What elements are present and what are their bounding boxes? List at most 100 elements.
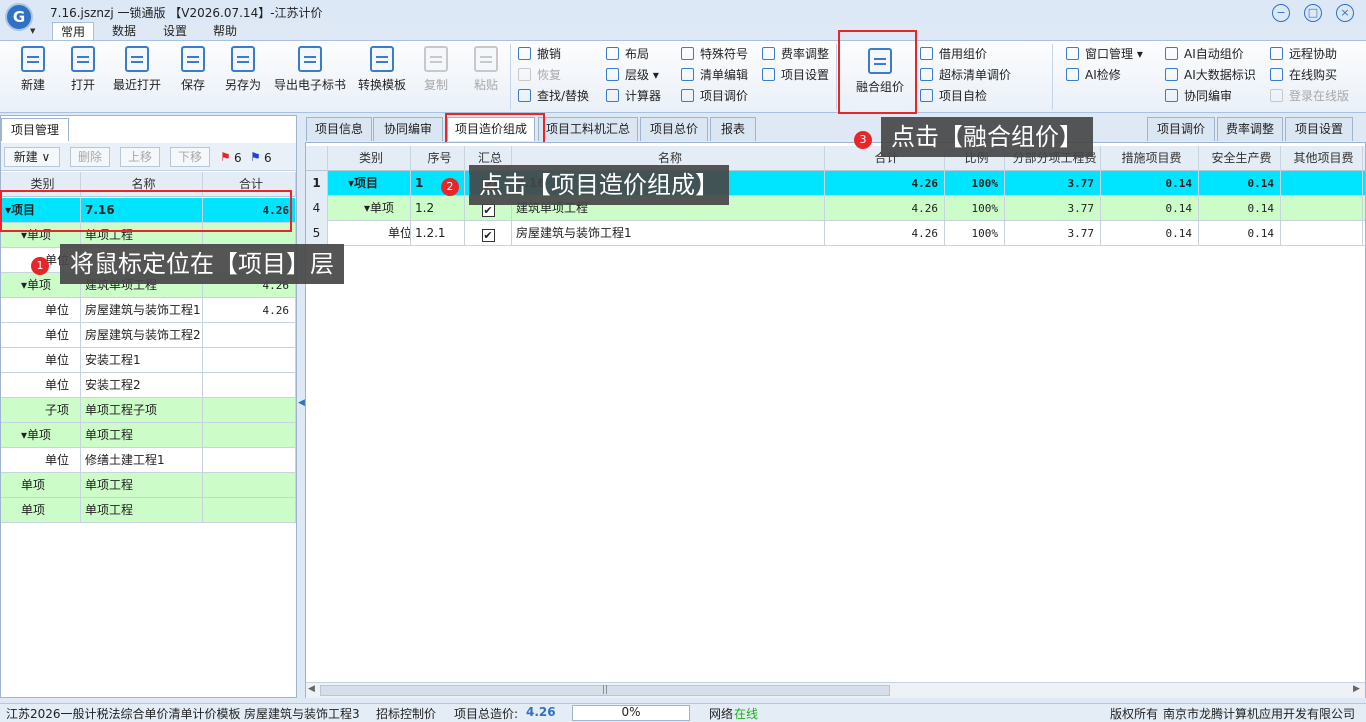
tab-rate-adjust[interactable]: 费率调整: [1217, 117, 1283, 141]
save-as-button[interactable]: 另存为: [220, 46, 266, 106]
tree-row[interactable]: 单项 单项工程: [1, 473, 296, 498]
window-manage-button[interactable]: 窗口管理 ▾: [1066, 45, 1143, 63]
scroll-right-icon[interactable]: ▶: [1353, 684, 1360, 694]
tab-collab-review[interactable]: 协同编审: [373, 117, 443, 141]
online-login-button[interactable]: 登录在线版: [1270, 87, 1349, 105]
tree-cell-total: 4.26: [203, 298, 296, 323]
tab-price-adjust[interactable]: 项目调价: [1147, 117, 1215, 141]
app-menu-caret-icon[interactable]: ▼: [30, 27, 35, 35]
new-dropdown-button[interactable]: 新建 ∨: [4, 147, 60, 167]
online-buy-button[interactable]: 在线购买: [1270, 66, 1337, 84]
tab-project-info[interactable]: 项目信息: [306, 117, 372, 141]
tree-row[interactable]: ▾单项 单项工程: [1, 423, 296, 448]
progress-text: 0%: [621, 705, 641, 719]
header-category: 类别: [328, 146, 411, 171]
list-edit-button[interactable]: 清单编辑: [681, 66, 748, 84]
tab-data[interactable]: 数据: [104, 22, 144, 41]
find-replace-button[interactable]: 查找/替换: [518, 87, 589, 105]
cost-row[interactable]: 1▾项目1✔7.164.26100%3.770.140.14: [306, 171, 1365, 196]
ai-auto-pricing-button[interactable]: AI自动组价: [1165, 45, 1244, 63]
copyright-label: 版权所有: [1110, 707, 1159, 721]
open-button[interactable]: 打开: [60, 46, 106, 106]
project-price-adjust-button[interactable]: 项目调价: [681, 87, 748, 105]
special-symbol-button[interactable]: 特殊符号: [681, 45, 748, 63]
layout-button[interactable]: 布局: [606, 45, 649, 63]
close-icon[interactable]: ×: [1336, 4, 1354, 22]
cost-row[interactable]: 4 ▾单项 1.2 ✔ 建筑单项工程 4.26 100% 3.77 0.14 0.14: [306, 196, 1365, 221]
scrollbar-thumb[interactable]: ||: [320, 685, 890, 696]
export-bid-button[interactable]: 导出电子标书: [270, 46, 350, 106]
red-flag-icon[interactable]: ⚑: [220, 150, 231, 164]
convert-template-button[interactable]: 转换模板: [354, 46, 410, 106]
checkbox-checked-icon[interactable]: ✔: [481, 229, 495, 242]
move-up-button[interactable]: 上移: [120, 147, 160, 167]
category-cell: ▾单项: [328, 196, 411, 221]
self-check-button[interactable]: 项目自检: [920, 87, 987, 105]
division-cost-cell: 3.77: [1005, 171, 1101, 196]
project-settings-button[interactable]: 项目设置: [762, 66, 829, 84]
copy-button[interactable]: 复制: [416, 46, 456, 106]
copy-icon: [424, 46, 448, 72]
redo-icon: [518, 68, 531, 81]
search-icon: [518, 89, 531, 102]
ribbon-separator: [510, 44, 511, 110]
tree-row[interactable]: 子项 单项工程子项: [1, 398, 296, 423]
cost-row[interactable]: 5 单位 1.2.1 ✔ 房屋建筑与装饰工程1 4.26 100% 3.77 0.14 0.14: [306, 221, 1365, 246]
calculator-button[interactable]: 计算器: [606, 87, 661, 105]
row-number-cell: 1: [306, 171, 328, 196]
tab-project-total[interactable]: 项目总价: [640, 117, 708, 141]
app-logo-icon[interactable]: G: [5, 3, 33, 31]
scroll-left-icon[interactable]: ◀: [308, 684, 315, 694]
recent-open-button[interactable]: 最近打开: [108, 46, 166, 106]
network-state: 在线: [734, 707, 759, 721]
paste-icon: [474, 46, 498, 72]
save-button[interactable]: 保存: [170, 46, 216, 106]
tab-material-summary[interactable]: 项目工料机汇总: [538, 117, 638, 141]
status-control-price: 招标控制价: [376, 707, 437, 721]
maximize-icon[interactable]: □: [1304, 4, 1322, 22]
blue-flag-icon[interactable]: ⚑: [250, 150, 261, 164]
move-down-button[interactable]: 下移: [170, 147, 210, 167]
tree-cell-total: [203, 373, 296, 398]
tab-common[interactable]: 常用: [52, 22, 94, 41]
rate-adjust-button[interactable]: 费率调整: [762, 45, 829, 63]
tab-project-settings[interactable]: 项目设置: [1285, 117, 1353, 141]
minimize-icon[interactable]: −: [1272, 4, 1290, 22]
layout-icon: [606, 47, 619, 60]
checkbox-checked-icon[interactable]: ✔: [481, 204, 495, 217]
delete-button[interactable]: 删除: [70, 147, 110, 167]
tree-cell-type: 子项: [1, 398, 81, 423]
collab-review-button[interactable]: 协同编审: [1165, 87, 1232, 105]
paste-button[interactable]: 粘贴: [466, 46, 506, 106]
tree-cell-name: 单项工程: [81, 498, 203, 523]
tree-row[interactable]: 单位 房屋建筑与装饰工程1 4.26: [1, 298, 296, 323]
new-button[interactable]: 新建: [10, 46, 56, 106]
price-adjust-icon: [681, 89, 694, 102]
fuse-pricing-button[interactable]: 融合组价: [848, 48, 912, 108]
summary-checkbox[interactable]: ✔: [465, 221, 512, 246]
tree-row[interactable]: 单位 房屋建筑与装饰工程2: [1, 323, 296, 348]
borrow-icon: [920, 47, 933, 60]
redo-button[interactable]: 恢复: [518, 66, 561, 84]
undo-button[interactable]: 撤销: [518, 45, 561, 63]
new-file-icon: [21, 46, 45, 72]
tab-project-management[interactable]: 项目管理: [1, 118, 69, 141]
tab-help[interactable]: 帮助: [205, 22, 245, 41]
tree-row[interactable]: 单项 单项工程: [1, 498, 296, 523]
ai-bigdata-mark-button[interactable]: AI大数据标识: [1165, 66, 1256, 84]
level-button[interactable]: 层级 ▾: [606, 66, 659, 84]
tree-row[interactable]: 单位 修缮土建工程1: [1, 448, 296, 473]
tree-row[interactable]: 单位 安装工程2: [1, 373, 296, 398]
step-2-badge: 2: [441, 178, 459, 196]
tree-row[interactable]: 单位 安装工程1: [1, 348, 296, 373]
tab-report[interactable]: 报表: [710, 117, 756, 141]
ai-repair-button[interactable]: AI检修: [1066, 66, 1121, 84]
collapse-panel-icon[interactable]: ◀: [298, 398, 305, 408]
remote-assist-button[interactable]: 远程协助: [1270, 45, 1337, 63]
status-total-value: 4.26: [526, 705, 556, 719]
tab-settings[interactable]: 设置: [155, 22, 195, 41]
tree-cell-total: [203, 448, 296, 473]
tree-cell-name: 单项工程子项: [81, 398, 203, 423]
borrow-pricing-button[interactable]: 借用组价: [920, 45, 987, 63]
over-limit-adjust-button[interactable]: 超标清单调价: [920, 66, 1011, 84]
